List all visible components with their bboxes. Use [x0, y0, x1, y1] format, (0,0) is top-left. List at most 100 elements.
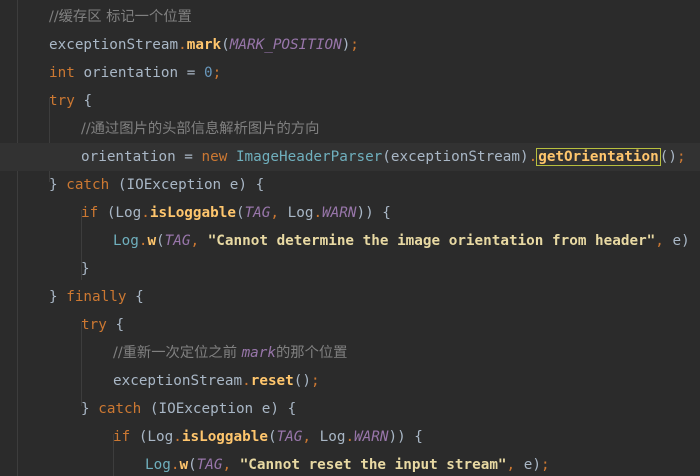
code-line-content: } catch (IOException e) { [49, 171, 264, 199]
code-token-kw: try [81, 317, 116, 333]
code-token-plain: (Log [138, 429, 174, 445]
code-token-dot: , [190, 233, 208, 249]
code-token-plain: ( [221, 37, 230, 53]
code-line-content: } [81, 255, 90, 283]
code-token-cls: Log [113, 233, 139, 249]
code-line[interactable]: if (Log.isLoggable(TAG, Log.WARN)) { [0, 199, 700, 227]
code-line-content: //通过图片的头部信息解析图片的方向 [81, 115, 319, 143]
code-line-content: } catch (IOException e) { [81, 395, 296, 423]
code-token-dot: , [506, 457, 524, 473]
code-token-kw: new [201, 149, 236, 165]
code-line-content: if (Log.isLoggable(TAG, Log.WARN)) { [81, 199, 391, 227]
code-token-dot: . [141, 205, 150, 221]
code-token-const: TAG [196, 457, 223, 473]
code-token-dot: ; [212, 65, 222, 81]
code-token-meth: reset [250, 373, 294, 389]
code-token-plain: () [659, 149, 677, 165]
code-token-methhl: getOrientation [536, 148, 661, 166]
code-token-dot: ; [350, 37, 359, 53]
code-token-plain: exceptionStream [49, 37, 179, 53]
code-token-kw: catch [98, 401, 150, 417]
code-token-dot: . [178, 37, 187, 53]
code-line[interactable]: Log.w(TAG, "Cannot determine the image o… [0, 227, 700, 255]
code-token-plain: (exceptionStream) [382, 149, 529, 165]
code-token-num: 0 [203, 65, 213, 81]
code-token-const: WARN [354, 429, 389, 445]
code-token-dot: , [270, 205, 288, 221]
code-token-plain: ( [188, 457, 197, 473]
code-token-dot: ; [540, 457, 550, 473]
code-token-str: "Cannot reset the input stream" [239, 457, 507, 473]
code-line-content: Log.w(TAG, "Cannot reset the input strea… [145, 451, 550, 476]
code-line[interactable]: } catch (IOException e) { [0, 395, 700, 423]
code-line[interactable]: if (Log.isLoggable(TAG, Log.WARN)) { [0, 423, 700, 451]
code-token-plain: } [49, 177, 67, 193]
code-line-content: if (Log.isLoggable(TAG, Log.WARN)) { [113, 423, 423, 451]
code-token-dot: ; [676, 149, 686, 165]
code-token-meth: isLoggable [149, 205, 236, 221]
code-token-plain: (IOException e) { [117, 177, 265, 193]
code-line[interactable]: //通过图片的头部信息解析图片的方向 [0, 115, 700, 143]
code-token-const: TAG [244, 205, 271, 221]
code-token-plain: () [293, 373, 311, 389]
code-line-content: exceptionStream.reset(); [113, 367, 320, 395]
code-token-dot: . [345, 429, 355, 445]
current-code-line[interactable]: orientation = new ImageHeaderParser(exce… [0, 143, 700, 171]
code-token-comment: 的那个位置 [276, 345, 348, 361]
code-token-kw: int [49, 65, 84, 81]
code-line[interactable]: int orientation = 0; [0, 59, 700, 87]
code-line-content: int orientation = 0; [49, 59, 221, 87]
code-token-plain: e) [523, 457, 541, 473]
code-token-plain: (IOException e) { [149, 401, 297, 417]
code-token-plain: orientation = [81, 149, 202, 165]
code-token-plain: )) { [388, 429, 423, 445]
code-line-content: } finally { [49, 283, 144, 311]
code-line[interactable]: exceptionStream.mark(MARK_POSITION); [0, 31, 700, 59]
code-line[interactable]: exceptionStream.reset(); [0, 367, 700, 395]
code-line-content: //缓存区 标记一个位置 [49, 3, 192, 31]
code-token-plain: ( [156, 233, 165, 249]
code-line[interactable]: } finally { [0, 283, 700, 311]
code-token-dot: . [313, 205, 323, 221]
code-token-plain: } [81, 401, 99, 417]
code-token-kw: try [49, 93, 84, 109]
code-line-content: exceptionStream.mark(MARK_POSITION); [49, 31, 359, 59]
code-line[interactable]: try { [0, 87, 700, 115]
code-line[interactable]: Log.w(TAG, "Cannot reset the input strea… [0, 451, 700, 476]
code-token-cls: Log [145, 457, 171, 473]
code-line[interactable]: } catch (IOException e) { [0, 171, 700, 199]
code-token-kw: if [81, 205, 107, 221]
code-token-kwit: mark [241, 345, 276, 361]
code-token-plain: } [49, 289, 67, 305]
code-line[interactable]: //缓存区 标记一个位置 [0, 3, 700, 31]
code-token-plain: { [83, 93, 93, 109]
code-token-const: WARN [322, 205, 357, 221]
code-token-plain: exceptionStream [113, 373, 243, 389]
code-token-dot: , [655, 233, 673, 249]
code-token-dot: . [173, 429, 182, 445]
code-token-meth: w [147, 233, 157, 249]
code-line[interactable]: try { [0, 311, 700, 339]
code-token-plain: ( [235, 205, 245, 221]
code-line[interactable]: } [0, 255, 700, 283]
code-token-plain: ) [341, 37, 351, 53]
code-line[interactable]: //重新一次定位之前 mark的那个位置 [0, 339, 700, 367]
code-token-const: TAG [164, 233, 191, 249]
code-token-plain: orientation = [83, 65, 204, 81]
code-token-kw: if [113, 429, 139, 445]
code-token-comment: //重新一次定位之前 [113, 345, 242, 361]
code-token-dot: ; [311, 373, 320, 389]
code-token-plain: { [135, 289, 144, 305]
code-line-content: try { [49, 87, 92, 115]
code-token-meth: mark [186, 37, 222, 53]
code-token-plain: { [115, 317, 125, 333]
code-line-content: //重新一次定位之前 mark的那个位置 [113, 339, 347, 367]
code-token-dot: , [302, 429, 320, 445]
code-token-kw: finally [66, 289, 136, 305]
code-line-content: Log.w(TAG, "Cannot determine the image o… [113, 227, 690, 255]
code-token-comment: //通过图片的头部信息解析图片的方向 [81, 121, 320, 137]
code-editor[interactable]: //缓存区 标记一个位置 exceptionStream.mark(MARK_PO… [0, 0, 700, 476]
code-token-str: "Cannot determine the image orientation … [207, 233, 656, 249]
code-token-plain: (Log [106, 205, 142, 221]
code-token-dot: . [528, 149, 538, 165]
